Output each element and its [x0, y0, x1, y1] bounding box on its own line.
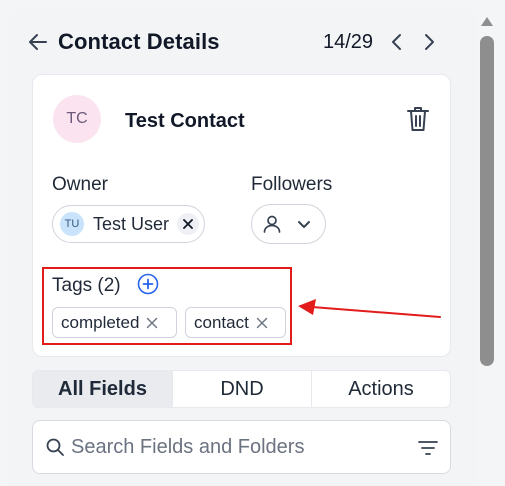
- tab-all-fields[interactable]: All Fields: [33, 371, 173, 407]
- filter-icon[interactable]: [418, 439, 438, 457]
- tab-dnd[interactable]: DND: [173, 371, 312, 407]
- contact-name: Test Contact: [125, 110, 245, 132]
- scrollbar-thumb[interactable]: [480, 36, 494, 366]
- record-pager: 14/29: [323, 31, 374, 53]
- followers-label: Followers: [251, 174, 333, 195]
- contact-avatar: TC: [53, 95, 101, 143]
- search-input[interactable]: [71, 435, 401, 459]
- scroll-up-arrow[interactable]: [479, 14, 495, 28]
- field-tabs: All Fields DND Actions: [32, 370, 451, 408]
- annotation-arrow: [298, 299, 441, 318]
- remove-owner-button[interactable]: [177, 213, 199, 235]
- annotation-highlight-box: [42, 267, 292, 345]
- page-title: Contact Details: [58, 29, 220, 54]
- tab-actions[interactable]: Actions: [312, 371, 450, 407]
- followers-dropdown[interactable]: [251, 204, 326, 244]
- chevron-down-icon: [298, 221, 310, 228]
- owner-avatar: TU: [60, 212, 84, 236]
- user-icon: [263, 215, 281, 233]
- close-icon: [183, 219, 193, 229]
- delete-trash-icon[interactable]: [405, 105, 431, 133]
- search-icon: [46, 438, 64, 456]
- chevron-left-icon: [392, 34, 401, 50]
- owner-label: Owner: [52, 174, 108, 195]
- owner-name: Test User: [93, 213, 170, 234]
- next-record-button[interactable]: [418, 30, 440, 54]
- search-box: [32, 420, 451, 474]
- chevron-right-icon: [425, 34, 434, 50]
- previous-record-button[interactable]: [386, 30, 408, 54]
- owner-chip[interactable]: TU Test User: [52, 205, 205, 243]
- back-arrow-icon[interactable]: [26, 30, 50, 54]
